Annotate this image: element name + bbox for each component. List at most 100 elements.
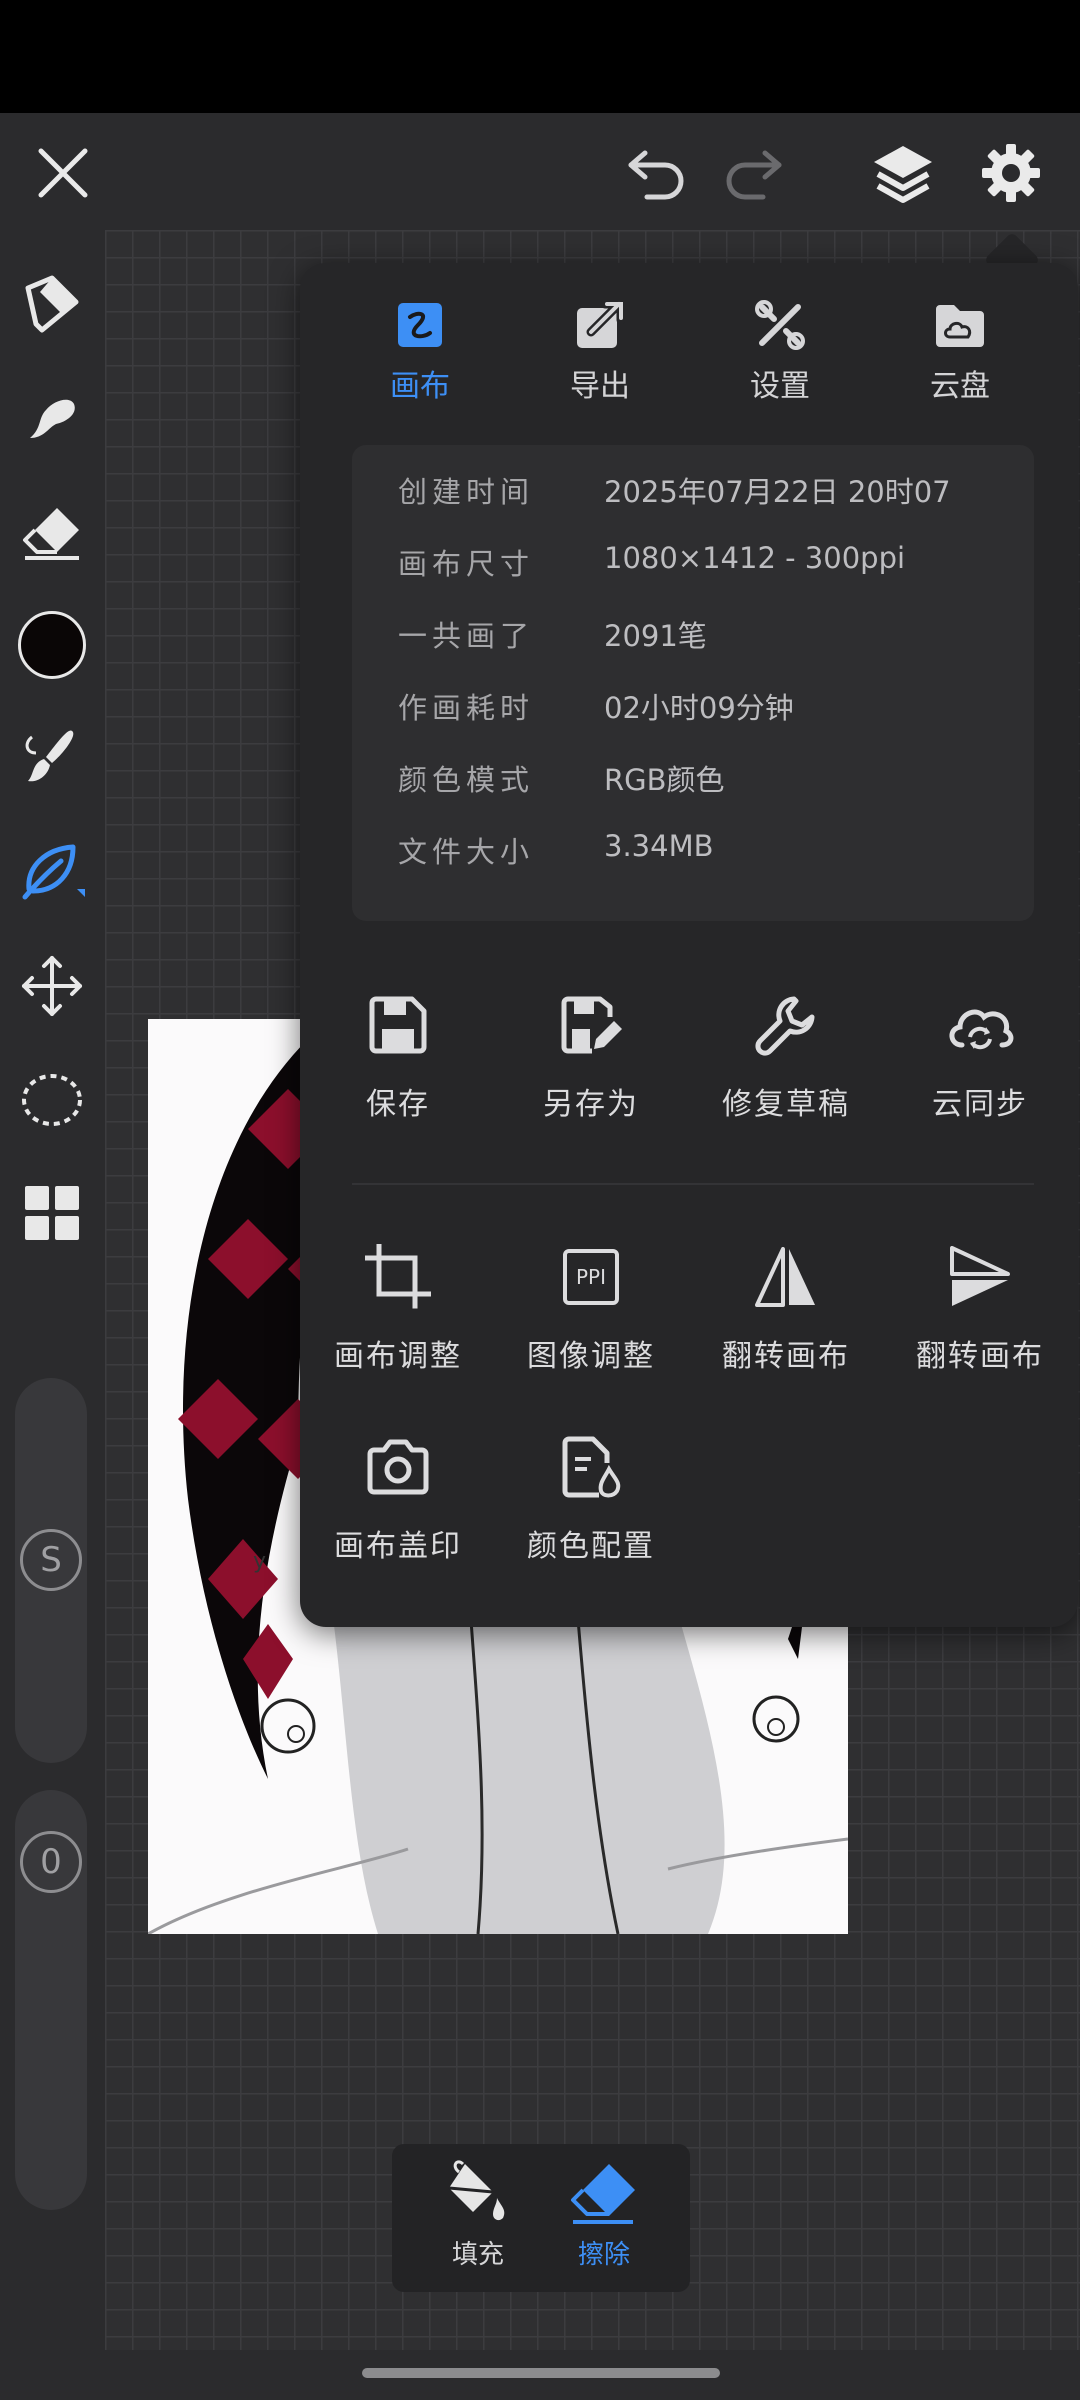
save-button[interactable]: 保存	[300, 983, 496, 1133]
info-row-strokes: 一共画了 2091笔	[352, 613, 1034, 673]
tab-tools[interactable]: 设置	[710, 295, 850, 405]
info-value: 2025年07月22日 20时07	[604, 475, 951, 509]
erase-button[interactable]: 擦除	[544, 2160, 664, 2271]
opacity-slider[interactable]: 0	[15, 1790, 87, 2210]
info-key: 颜色模式	[398, 763, 535, 797]
tab-export[interactable]: 导出	[530, 295, 670, 405]
canvas-adjust-button[interactable]: 画布调整	[300, 1235, 496, 1385]
info-row-file-size: 文件大小 3.34MB	[352, 829, 1034, 889]
redo-icon	[726, 150, 782, 200]
canvas-stamp-button[interactable]: 画布盖印	[300, 1425, 496, 1575]
info-value: 2091笔	[604, 619, 707, 653]
cloud-drive-icon	[936, 305, 984, 347]
repair-draft-button[interactable]: 修复草稿	[688, 983, 884, 1133]
save-icon	[369, 996, 427, 1054]
brush-size-slider[interactable]: S	[15, 1378, 87, 1763]
info-row-color-mode: 颜色模式 RGB颜色	[352, 757, 1034, 817]
artwork-letter: y	[253, 1549, 267, 1574]
color-profile-icon	[562, 1436, 621, 1498]
flip-canvas-horizontal-label: 翻转画布	[722, 1339, 850, 1374]
close-button[interactable]	[23, 133, 103, 213]
fill-erase-popup: 填充 擦除	[392, 2144, 690, 2292]
image-adjust-button[interactable]: PPI 图像调整	[493, 1235, 689, 1385]
save-as-label: 另存为	[543, 1087, 639, 1122]
wrench-icon	[755, 996, 815, 1056]
layers-icon	[874, 146, 932, 203]
close-icon	[38, 148, 88, 198]
cloud-sync-label: 云同步	[932, 1087, 1028, 1122]
leaf-brush-tool[interactable]	[12, 832, 92, 912]
erase-label: 擦除	[577, 2240, 630, 2270]
fill-bucket-icon	[448, 2160, 505, 2221]
repair-draft-label: 修复草稿	[722, 1087, 850, 1122]
cloud-sync-icon	[949, 1009, 1014, 1050]
tab-export-label: 导出	[570, 369, 630, 404]
eraser-icon	[23, 508, 79, 560]
brush-icon	[25, 730, 74, 782]
smudge-tool[interactable]	[12, 378, 92, 458]
status-bar	[0, 0, 1080, 113]
save-label: 保存	[366, 1087, 430, 1122]
info-row-duration: 作画耗时 02小时09分钟	[352, 685, 1034, 745]
save-as-button[interactable]: 另存为	[493, 983, 689, 1133]
fill-label: 填充	[451, 2240, 504, 2270]
ppi-icon-text: PPI	[575, 1265, 607, 1289]
flip-canvas-horizontal-button[interactable]: 翻转画布	[688, 1235, 884, 1385]
brush-tool[interactable]	[12, 718, 92, 798]
color-swatch[interactable]	[12, 605, 92, 685]
opacity-slider-knob[interactable]: 0	[20, 1831, 82, 1893]
smudge-icon	[30, 399, 75, 438]
canvas-adjust-label: 画布调整	[334, 1339, 462, 1374]
grid-icon	[25, 1186, 79, 1240]
tab-canvas[interactable]: 画布	[350, 295, 490, 405]
canvas-info-box: 创建时间 2025年07月22日 20时07 画布尺寸 1080×1412 - …	[352, 445, 1034, 921]
move-tool[interactable]	[12, 946, 92, 1026]
export-icon	[577, 300, 625, 348]
ppi-icon: PPI	[563, 1249, 619, 1305]
home-indicator[interactable]	[362, 2368, 720, 2378]
info-value: 3.34MB	[604, 829, 714, 863]
size-slider-knob[interactable]: S	[20, 1529, 82, 1591]
redo-button[interactable]	[713, 133, 793, 213]
size-slider-label: S	[40, 1540, 62, 1580]
flip-canvas-vertical-label: 翻转画布	[916, 1339, 1044, 1374]
info-value: 1080×1412 - 300ppi	[604, 541, 906, 575]
color-profile-button[interactable]: 颜色配置	[493, 1425, 689, 1575]
save-as-icon	[561, 996, 622, 1054]
leaf-brush-icon	[22, 844, 85, 900]
image-adjust-label: 图像调整	[527, 1339, 655, 1374]
eraser-tool[interactable]	[12, 492, 92, 572]
tab-cloud-drive[interactable]: 云盘	[890, 295, 1030, 405]
layers-button[interactable]	[863, 133, 943, 213]
undo-icon	[628, 150, 684, 200]
tab-canvas-label: 画布	[390, 369, 450, 404]
info-key: 画布尺寸	[398, 547, 535, 581]
info-value: 02小时09分钟	[604, 691, 794, 725]
flip-horizontal-icon	[755, 1247, 815, 1307]
settings-button[interactable]	[971, 133, 1051, 213]
info-key: 一共画了	[398, 619, 535, 653]
canvas-settings-panel: 画布 导出 设置 云盘 创建时间 2025年07月22日 20时07 画布尺寸 …	[300, 263, 1078, 1627]
info-key: 创建时间	[398, 475, 535, 509]
camera-icon	[367, 1439, 429, 1495]
pen-tool[interactable]	[12, 264, 92, 344]
tools-icon	[755, 300, 805, 350]
grid-tool[interactable]	[12, 1173, 92, 1253]
fill-button[interactable]: 填充	[418, 2160, 538, 2271]
canvas-icon	[398, 303, 442, 347]
cloud-sync-button[interactable]: 云同步	[882, 983, 1078, 1133]
tab-cloud-drive-label: 云盘	[930, 369, 990, 404]
color-profile-label: 颜色配置	[527, 1529, 655, 1564]
gear-icon	[982, 144, 1040, 202]
current-color-dot	[18, 611, 86, 679]
info-row-size: 画布尺寸 1080×1412 - 300ppi	[352, 541, 1034, 601]
move-icon	[22, 956, 82, 1016]
flip-canvas-vertical-button[interactable]: 翻转画布	[882, 1235, 1078, 1385]
pen-icon	[25, 275, 79, 333]
info-key: 文件大小	[398, 835, 535, 869]
undo-button[interactable]	[617, 133, 697, 213]
lasso-tool[interactable]	[12, 1060, 92, 1140]
info-value: RGB颜色	[604, 763, 725, 797]
tab-tools-label: 设置	[750, 369, 810, 404]
crop-icon	[365, 1244, 431, 1309]
